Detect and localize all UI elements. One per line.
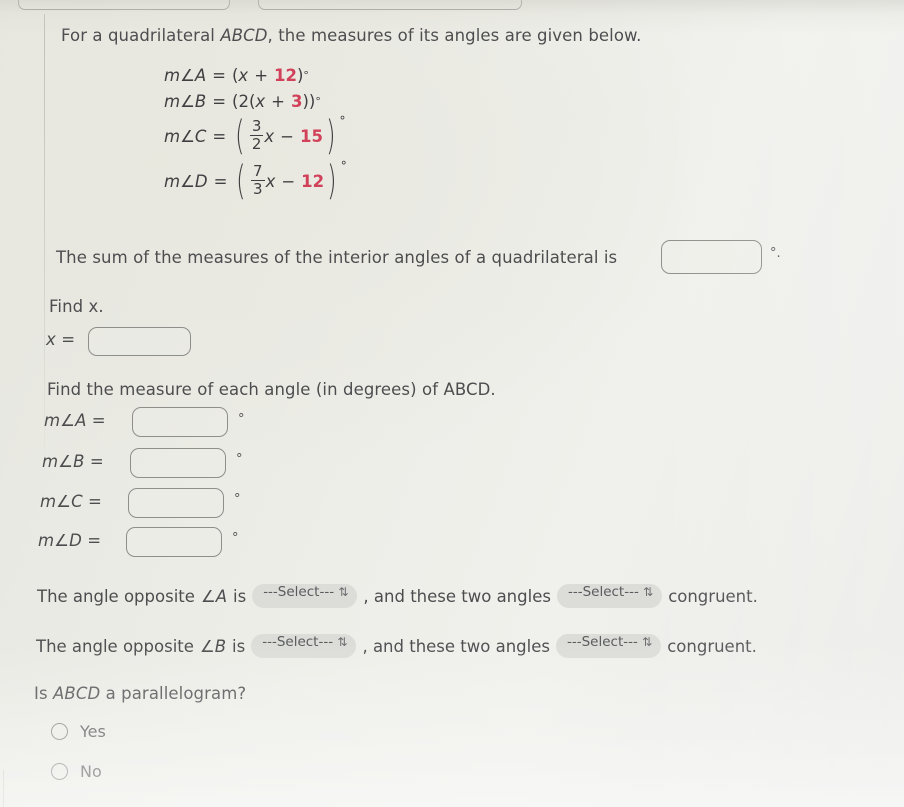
opposite-a-mid: , and these two angles (363, 586, 551, 606)
equation-c-open-paren: ( (235, 113, 245, 160)
equation-d-fraction: 73 (251, 161, 265, 199)
equation-b-lhs: m∠B (164, 91, 207, 111)
equation-b-variable: x (255, 91, 266, 111)
opposite-b-tail: congruent. (667, 636, 757, 656)
equation-d-equals: = (213, 172, 228, 191)
equation-c-equals: = (212, 127, 227, 146)
angle-a-label: m∠A = (44, 411, 106, 430)
equation-a-lhs: m∠A (164, 65, 207, 85)
opposite-b-select-2-value: ---Select--- (566, 634, 638, 650)
angle-a-input[interactable] (132, 407, 228, 437)
opposite-b-lead: The angle opposite (36, 636, 194, 656)
chevron-updown-icon: ⇅ (643, 584, 654, 599)
opposite-a-select-1[interactable]: ---Select--- ⇅ (252, 584, 358, 608)
parallelogram-option-no-label: No (80, 762, 102, 781)
equation-d-constant: 12 (301, 172, 325, 191)
equation-c-numerator: 3 (251, 116, 262, 135)
parallelogram-abcd: ABCD (53, 684, 101, 703)
opposite-a-select-2[interactable]: ---Select--- ⇅ (556, 584, 663, 608)
parallelogram-option-no[interactable]: No (51, 762, 102, 781)
x-equals-label: x = (46, 330, 76, 349)
angle-d-input[interactable] (126, 527, 222, 557)
intro-text-after: , the measures of its angles are given b… (267, 26, 642, 45)
equation-c-lhs: m∠C (164, 127, 207, 146)
angle-c-label: m∠C = (40, 492, 102, 511)
find-angles-label: Find the measure of each angle (in degre… (47, 380, 496, 399)
chevron-updown-icon: ⇅ (642, 634, 653, 649)
equation-d-denominator: 3 (253, 180, 263, 199)
intro-prompt: For a quadrilateral ABCD, the measures o… (61, 26, 641, 45)
equation-angle-b: m∠B =(2(x +3)) ° (164, 88, 346, 114)
opposite-angle-a-statement: The angle opposite ∠A is ---Select--- ⇅ … (37, 584, 758, 608)
opposite-b-select-1[interactable]: ---Select--- ⇅ (251, 634, 357, 658)
equation-a-equals: = (212, 65, 226, 85)
opposite-b-angle: ∠B (199, 636, 227, 656)
equation-c-operator: − (280, 127, 294, 146)
equation-d-lhs: m∠D (164, 172, 208, 191)
equation-c-constant: 15 (299, 127, 323, 146)
equation-angle-a: m∠A =(x +12) ° (164, 62, 346, 88)
opposite-a-lead: The angle opposite (37, 586, 195, 606)
angle-b-input[interactable] (130, 448, 226, 478)
equation-c-degree: ° (339, 113, 346, 128)
equation-d-open-paren: ( (236, 158, 246, 205)
equation-angle-c: m∠C = (3 2 x −15) ° (164, 114, 346, 159)
opposite-b-is: is (232, 636, 246, 656)
opposite-a-select-1-value: ---Select--- (263, 584, 335, 600)
angle-d-label: m∠D = (38, 531, 102, 550)
chevron-updown-icon: ⇅ (337, 634, 348, 649)
angle-b-label: m∠B = (42, 452, 104, 471)
radio-yes-icon[interactable] (51, 723, 68, 740)
sum-question-label: The sum of the measures of the interior … (56, 248, 618, 267)
equation-c-variable: x (264, 127, 275, 146)
equation-b-equals: = (212, 91, 227, 111)
equation-b-constant: 3 (290, 91, 303, 111)
equation-b-operator: + (271, 91, 285, 111)
opposite-b-select-2[interactable]: ---Select--- ⇅ (555, 634, 662, 658)
equation-a-degree: ° (303, 68, 309, 82)
chevron-updown-icon: ⇅ (338, 584, 349, 599)
parallelogram-question-label: Is ABCD a parallelogram? (34, 684, 246, 703)
opposite-a-is: is (233, 586, 247, 606)
opposite-b-mid: , and these two angles (362, 636, 550, 656)
equation-c-denominator: 2 (251, 135, 262, 154)
angle-b-degree-symbol: ° (236, 452, 243, 467)
equation-c-fraction: 32 (249, 116, 264, 154)
sum-degree-symbol: °. (770, 246, 781, 261)
x-value-input[interactable] (88, 327, 191, 356)
intro-abcd: ABCD (220, 26, 268, 45)
opposite-a-select-2-value: ---Select--- (567, 584, 639, 600)
question-content: For a quadrilateral ABCD, the measures o… (0, 0, 904, 807)
angle-equation-list: m∠A =(x +12) ° m∠B =(2(x +3)) ° m∠C =(3 2 x −15) ° … (164, 62, 347, 205)
equation-b-degree: ° (315, 94, 321, 108)
opposite-b-select-1-value: ---Select--- (262, 634, 334, 650)
radio-no-icon[interactable] (51, 763, 68, 780)
equation-angle-d: m∠D = (7 3 x −12) ° (164, 158, 347, 205)
equation-d-numerator: 7 (253, 161, 263, 180)
equation-a-variable: x (238, 65, 249, 85)
equation-b-coefficient: 2 (238, 91, 249, 111)
equation-d-degree: ° (340, 158, 347, 173)
intro-text-before: For a quadrilateral (61, 26, 221, 45)
parallelogram-option-yes[interactable]: Yes (51, 722, 106, 741)
find-x-label: Find x. (49, 297, 104, 316)
angle-a-degree-symbol: ° (238, 412, 245, 427)
parallelogram-text-before: Is (34, 684, 54, 703)
equation-d-variable: x (265, 172, 276, 191)
parallelogram-text-after: a parallelogram? (100, 684, 247, 703)
equation-d-operator: − (281, 172, 296, 191)
opposite-angle-b-statement: The angle opposite ∠B is ---Select--- ⇅ … (36, 634, 757, 658)
parallelogram-option-yes-label: Yes (80, 722, 106, 741)
equation-c-close-paren: ) (326, 113, 336, 160)
sum-of-angles-input[interactable] (661, 240, 762, 274)
angle-c-input[interactable] (128, 488, 224, 518)
equation-d-close-paren: ) (327, 158, 337, 205)
equation-a-operator: + (254, 65, 269, 85)
opposite-a-angle: ∠A (200, 586, 227, 606)
angle-c-degree-symbol: ° (234, 492, 241, 507)
angle-d-degree-symbol: ° (232, 531, 239, 546)
equation-a-constant: 12 (274, 65, 297, 85)
opposite-a-tail: congruent. (668, 586, 758, 606)
find-angles-text: Find the measure of each angle (in degre… (47, 380, 496, 399)
